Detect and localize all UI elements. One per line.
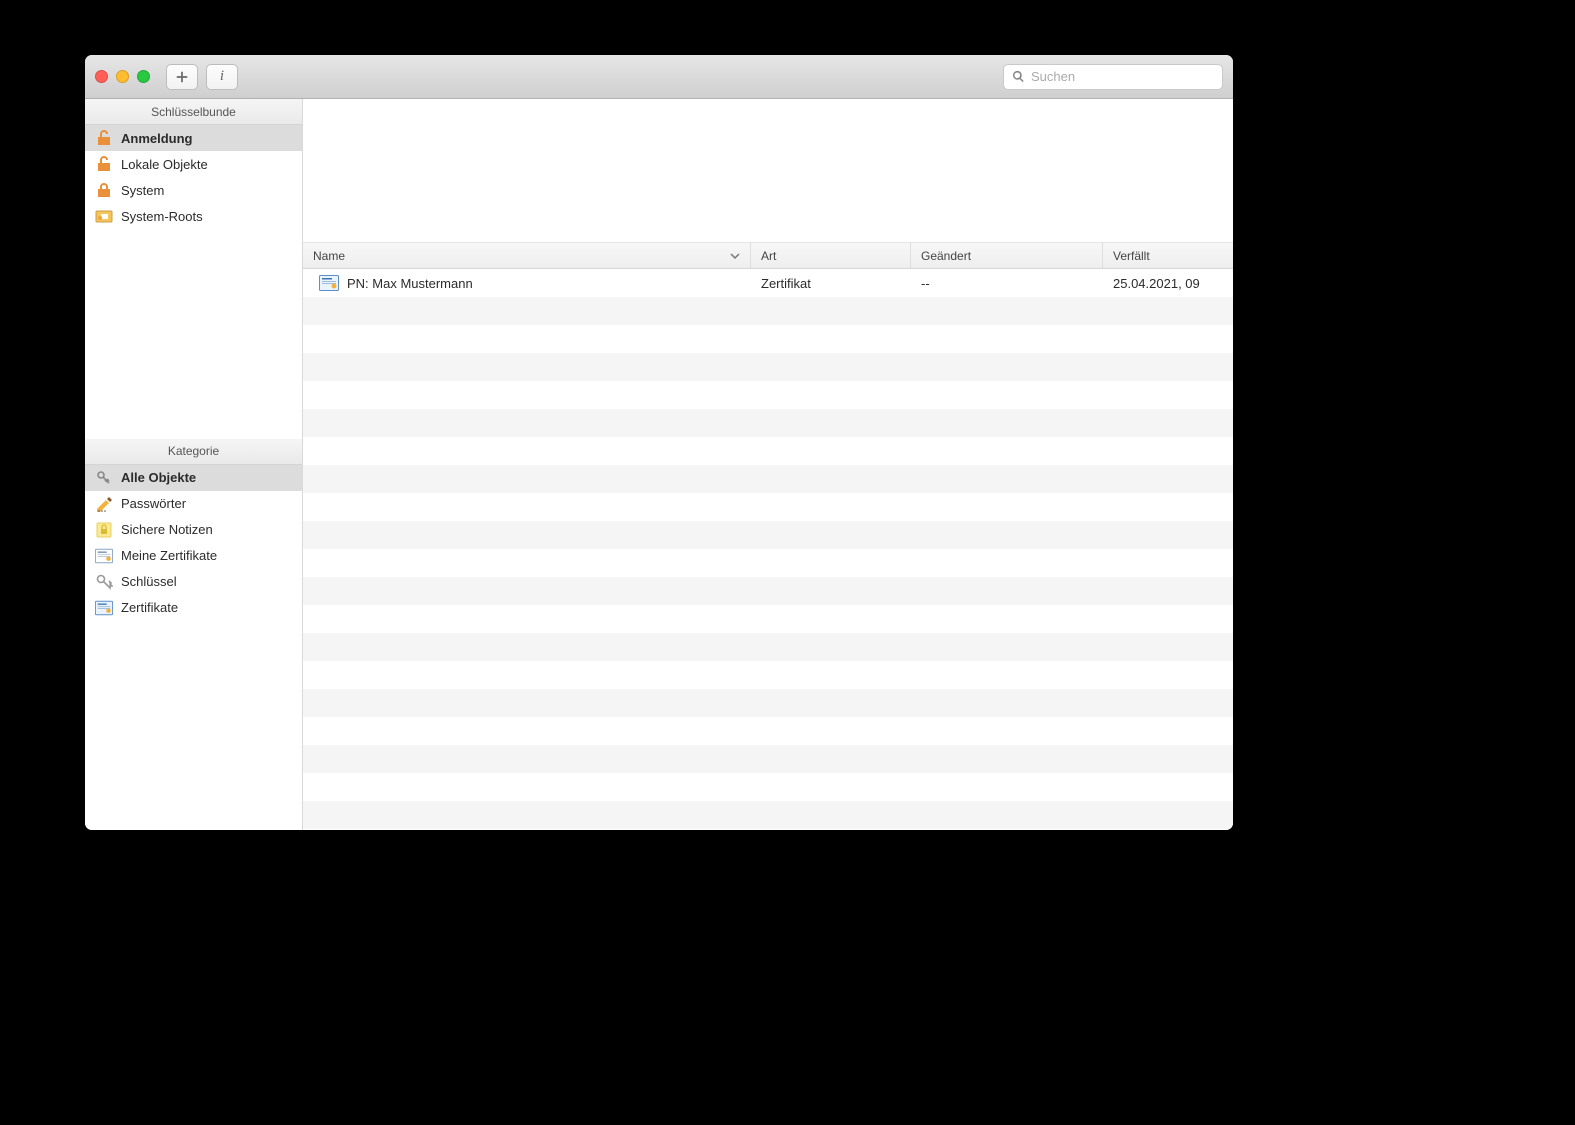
cell-name: PN: Max Mustermann <box>347 276 473 291</box>
category-item[interactable]: Sichere Notizen <box>85 517 302 543</box>
main-content: Name Art Geändert Verfällt PN: Max Muste… <box>303 99 1233 830</box>
category-item[interactable]: Passwörter <box>85 491 302 517</box>
pencil-icon <box>95 495 113 513</box>
search-field[interactable] <box>1003 64 1223 90</box>
table-row-empty <box>303 549 1233 577</box>
table-row-empty <box>303 353 1233 381</box>
column-header-name[interactable]: Name <box>303 243 751 268</box>
keychains-header: Schlüsselbunde <box>85 99 302 125</box>
category-item-label: Zertifikate <box>121 600 178 615</box>
search-input[interactable] <box>1031 69 1214 84</box>
cell-verfaellt: 25.04.2021, 09 <box>1113 276 1200 291</box>
cell-geandert: -- <box>921 276 930 291</box>
table-row-empty <box>303 465 1233 493</box>
keychain-item[interactable]: System <box>85 177 302 203</box>
keychain-item[interactable]: System-Roots <box>85 203 302 229</box>
category-item[interactable]: Meine Zertifikate <box>85 543 302 569</box>
column-header-verfaellt[interactable]: Verfällt <box>1103 243 1233 268</box>
category-item-label: Sichere Notizen <box>121 522 213 537</box>
certificate-icon <box>319 275 339 291</box>
lock-open-orange-icon <box>95 129 113 147</box>
table-row-empty <box>303 325 1233 353</box>
cert-card-blue-icon <box>95 599 113 617</box>
table-row-empty <box>303 773 1233 801</box>
table-row-empty <box>303 521 1233 549</box>
keychain-access-window: i Schlüsselbunde Anmeldung Lokale Objekte… <box>85 55 1233 830</box>
category-item[interactable]: Schlüssel <box>85 569 302 595</box>
titlebar: i <box>85 55 1233 99</box>
minimize-window-button[interactable] <box>116 70 129 83</box>
table-row-empty <box>303 577 1233 605</box>
table-row-empty <box>303 437 1233 465</box>
table-row-empty <box>303 745 1233 773</box>
category-item-label: Meine Zertifikate <box>121 548 217 563</box>
cell-art: Zertifikat <box>761 276 811 291</box>
category-item-label: Schlüssel <box>121 574 177 589</box>
category-item[interactable]: Alle Objekte <box>85 465 302 491</box>
table-row-empty <box>303 493 1233 521</box>
table-row-empty <box>303 297 1233 325</box>
cert-card-icon <box>95 547 113 565</box>
keychain-item[interactable]: Anmeldung <box>85 125 302 151</box>
info-button[interactable]: i <box>206 64 238 90</box>
lock-closed-orange-icon <box>95 181 113 199</box>
table-body: PN: Max Mustermann Zertifikat -- 25.04.2021… <box>303 269 1233 830</box>
table-row[interactable]: PN: Max Mustermann Zertifikat -- 25.04.2021… <box>303 269 1233 297</box>
table-row-empty <box>303 605 1233 633</box>
sort-indicator-icon <box>730 251 740 261</box>
detail-pane <box>303 99 1233 243</box>
add-button[interactable] <box>166 64 198 90</box>
table-row-empty <box>303 689 1233 717</box>
keychain-item-label: Anmeldung <box>121 131 193 146</box>
keychain-item-label: System-Roots <box>121 209 203 224</box>
close-window-button[interactable] <box>95 70 108 83</box>
folder-cert-icon <box>95 207 113 225</box>
table-row-empty <box>303 381 1233 409</box>
category-item-label: Passwörter <box>121 496 186 511</box>
plus-icon <box>175 70 189 84</box>
table-header: Name Art Geändert Verfällt <box>303 243 1233 269</box>
note-lock-icon <box>95 521 113 539</box>
category-item-label: Alle Objekte <box>121 470 196 485</box>
table-row-empty <box>303 717 1233 745</box>
table-row-empty <box>303 409 1233 437</box>
table-row-empty <box>303 633 1233 661</box>
table-row-empty <box>303 661 1233 689</box>
keychain-item[interactable]: Lokale Objekte <box>85 151 302 177</box>
category-item[interactable]: Zertifikate <box>85 595 302 621</box>
key-icon <box>95 573 113 591</box>
sidebar: Schlüsselbunde Anmeldung Lokale Objekte Sy… <box>85 99 303 830</box>
zoom-window-button[interactable] <box>137 70 150 83</box>
keychain-item-label: System <box>121 183 164 198</box>
keychain-item-label: Lokale Objekte <box>121 157 208 172</box>
all-keys-icon <box>95 469 113 487</box>
info-icon: i <box>220 68 224 85</box>
category-header: Kategorie <box>85 439 302 465</box>
window-controls <box>95 70 150 83</box>
lock-open-orange-icon <box>95 155 113 173</box>
table-row-empty <box>303 801 1233 829</box>
column-header-geandert[interactable]: Geändert <box>911 243 1103 268</box>
column-header-art[interactable]: Art <box>751 243 911 268</box>
search-icon <box>1012 70 1025 83</box>
